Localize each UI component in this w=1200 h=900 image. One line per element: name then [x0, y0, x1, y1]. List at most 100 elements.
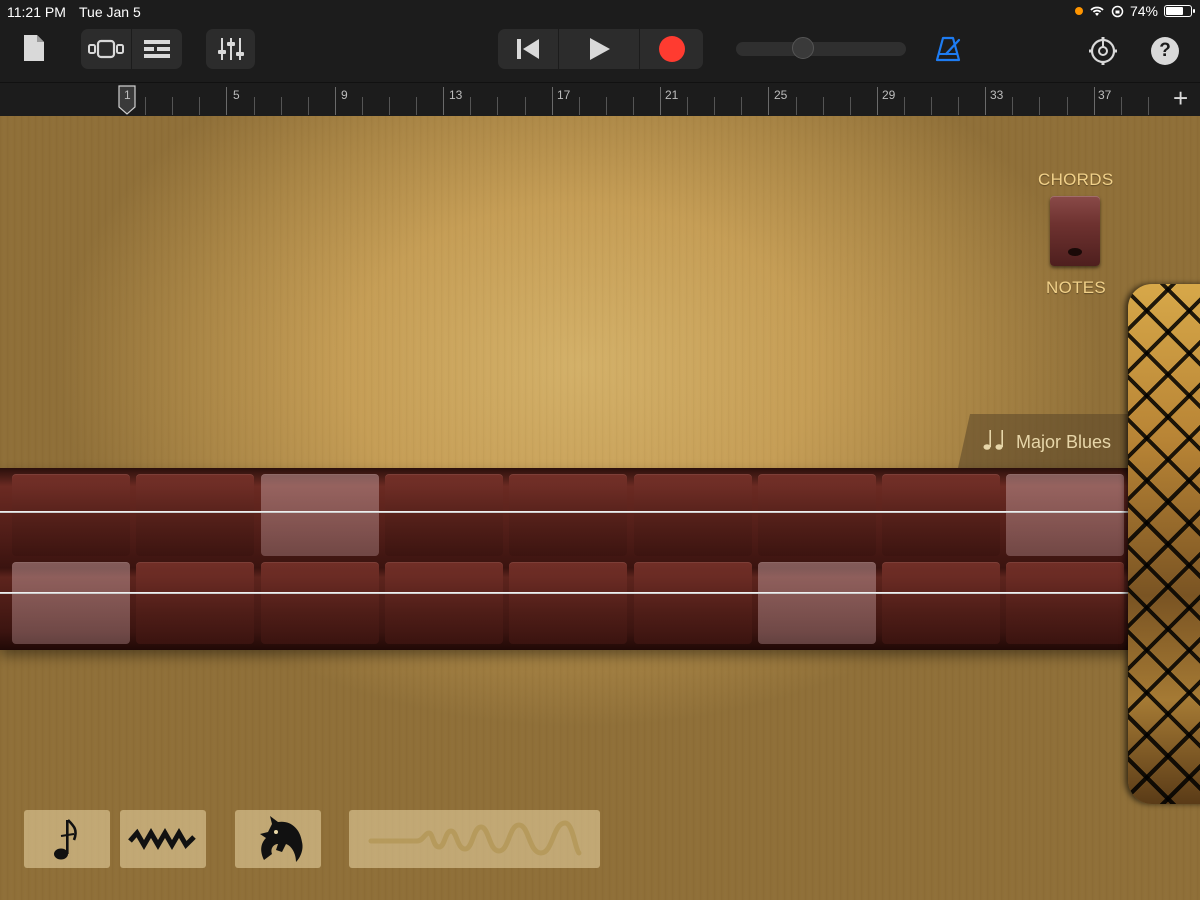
- fret-pad[interactable]: [385, 474, 503, 556]
- bar-number: 5: [233, 88, 240, 102]
- ruler-tick: [254, 97, 255, 115]
- fret-pad[interactable]: [1006, 474, 1124, 556]
- ruler-tick: [931, 97, 932, 115]
- vibrato-button[interactable]: [120, 810, 206, 868]
- settings-icon: [1089, 37, 1117, 65]
- ruler-tick: [226, 87, 227, 115]
- ruler-tick: [389, 97, 390, 115]
- ruler-tick: [335, 87, 336, 115]
- mic-indicator-icon: [1074, 7, 1083, 15]
- fret-pad[interactable]: [12, 474, 130, 556]
- fret-pad[interactable]: [882, 474, 1000, 556]
- ruler-tick: [714, 97, 715, 115]
- status-bar: 11:21 PM Tue Jan 5 74%: [0, 0, 1200, 24]
- ruler-tick: [1039, 97, 1040, 115]
- ruler-tick: [362, 97, 363, 115]
- horse-sound-button[interactable]: [235, 810, 321, 868]
- fret-pad[interactable]: [509, 474, 627, 556]
- view-segment: [81, 29, 182, 69]
- status-date: Tue Jan 5: [79, 4, 141, 20]
- ruler-tick: [985, 87, 986, 115]
- mixer-button[interactable]: [206, 29, 255, 69]
- fret-pad[interactable]: [261, 474, 379, 556]
- fret-pad[interactable]: [12, 562, 130, 644]
- fret-pad[interactable]: [758, 474, 876, 556]
- go-to-start-button[interactable]: [498, 29, 558, 69]
- bar-number: 1: [124, 88, 131, 102]
- list-view-icon: [144, 40, 170, 58]
- note-icon: [54, 819, 77, 860]
- ruler-tick: [172, 97, 173, 115]
- record-icon: [658, 36, 685, 62]
- list-view-button[interactable]: [132, 29, 182, 69]
- ruler-tick: [796, 97, 797, 115]
- fret-pad[interactable]: [509, 562, 627, 644]
- notes-label: NOTES: [1046, 278, 1107, 297]
- ruler-tick: [145, 97, 146, 115]
- document-icon[interactable]: [22, 34, 48, 64]
- bar-number: 13: [449, 88, 463, 102]
- snakeskin-resonator: [1128, 284, 1200, 804]
- fret-pad[interactable]: [634, 562, 752, 644]
- ruler-tick: [308, 97, 309, 115]
- metronome-button[interactable]: [934, 36, 966, 64]
- help-button[interactable]: ?: [1151, 37, 1179, 65]
- chords-label: CHORDS: [1038, 170, 1114, 189]
- ruler-tick: [1121, 97, 1122, 115]
- fret-pad[interactable]: [758, 562, 876, 644]
- ruler-tick: [552, 87, 553, 115]
- ruler-tick: [660, 87, 661, 115]
- fret-pad[interactable]: [136, 562, 254, 644]
- glissando-button[interactable]: [349, 810, 600, 868]
- fret-pad[interactable]: [882, 562, 1000, 644]
- ruler-tick: [199, 97, 200, 115]
- ruler-tick: [633, 97, 634, 115]
- battery-icon: [1164, 5, 1195, 17]
- ruler-tick: [958, 97, 959, 115]
- status-indicators: 74%: [1074, 3, 1195, 19]
- string-upper[interactable]: [0, 511, 1200, 513]
- status-time: 11:21 PM: [7, 4, 66, 20]
- ruler-tick: [850, 97, 851, 115]
- chords-notes-switch[interactable]: [1050, 196, 1100, 266]
- ruler-tick: [1148, 97, 1149, 115]
- fret-pad[interactable]: [634, 474, 752, 556]
- bar-number: 21: [665, 88, 679, 102]
- bar-number: 9: [341, 88, 348, 102]
- fret-pad[interactable]: [385, 562, 503, 644]
- fret-pad[interactable]: [136, 474, 254, 556]
- ruler-tick: [1067, 97, 1068, 115]
- add-section-button[interactable]: +: [1173, 83, 1188, 113]
- instrument-neck: [0, 468, 1130, 650]
- note-mode-button[interactable]: [24, 810, 110, 868]
- ruler-tick: [741, 97, 742, 115]
- play-button[interactable]: [559, 29, 639, 69]
- settings-button[interactable]: [1088, 36, 1118, 66]
- fret-pad[interactable]: [1006, 562, 1124, 644]
- volume-slider[interactable]: [736, 37, 906, 59]
- ruler-tick: [768, 87, 769, 115]
- horse-icon: [260, 816, 303, 862]
- bar-number: 29: [882, 88, 896, 102]
- tracks-view-button[interactable]: [81, 29, 131, 69]
- ruler-tick: [823, 97, 824, 115]
- ruler-tick: [470, 97, 471, 115]
- mixer-icon: [217, 38, 244, 60]
- ruler-tick: [281, 97, 282, 115]
- timeline-ruler[interactable]: 1 5 9 13 17 21 25 29 33 37 +: [0, 82, 1200, 117]
- vibrato-icon: [128, 828, 196, 850]
- ruler-tick: [904, 97, 905, 115]
- fret-pad[interactable]: [261, 562, 379, 644]
- ruler-tick: [877, 87, 878, 115]
- bar-number: 17: [557, 88, 571, 102]
- ruler-tick: [687, 97, 688, 115]
- ruler-tick: [525, 97, 526, 115]
- string-lower[interactable]: [0, 592, 1200, 594]
- record-button[interactable]: [640, 29, 703, 69]
- ruler-tick: [443, 87, 444, 115]
- battery-percent: 74%: [1129, 3, 1158, 19]
- scale-name: Major Blues: [1016, 432, 1112, 452]
- bar-number: 25: [774, 88, 788, 102]
- volume-track: [736, 42, 906, 56]
- ruler-tick: [497, 97, 498, 115]
